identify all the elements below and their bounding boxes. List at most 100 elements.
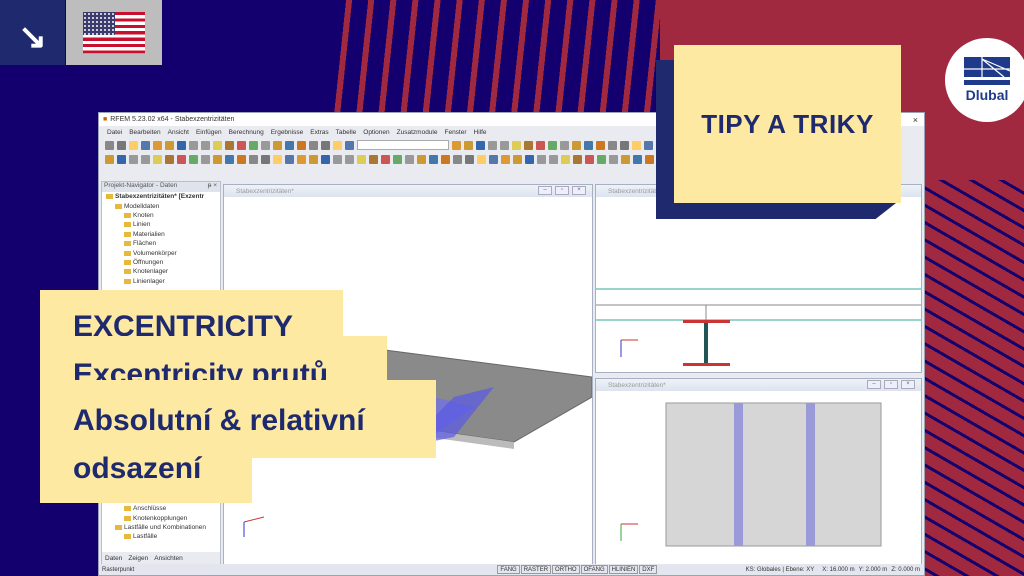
toolbar-button[interactable] (644, 140, 653, 150)
toolbar-button[interactable] (345, 140, 354, 150)
toolbar-button[interactable] (249, 140, 258, 150)
toolbar-button[interactable] (285, 140, 294, 150)
toolbar-button[interactable] (585, 154, 594, 164)
toolbar-button[interactable] (429, 154, 438, 164)
toolbar-button[interactable] (273, 154, 282, 164)
tree-item[interactable]: Anschlüsse (102, 504, 206, 513)
toolbar-button[interactable] (117, 140, 126, 150)
toolbar-button[interactable] (501, 154, 510, 164)
toolbar-button[interactable] (189, 154, 198, 164)
close-button[interactable]: × (901, 380, 915, 389)
toolbar-button[interactable] (237, 140, 246, 150)
minimize-button[interactable]: – (867, 380, 881, 389)
toolbar-button[interactable] (537, 154, 546, 164)
toolbar-button[interactable] (333, 154, 342, 164)
tree-item[interactable]: Öffnungen (102, 258, 220, 267)
toolbar-button[interactable] (225, 154, 234, 164)
navigator-pin-close[interactable]: ᵽ × (208, 182, 217, 189)
toolbar-button[interactable] (177, 154, 186, 164)
toolbar-button[interactable] (213, 154, 222, 164)
toolbar-button[interactable] (393, 154, 402, 164)
toolbar-button[interactable] (441, 154, 450, 164)
status-toggle[interactable]: DXF (639, 565, 658, 574)
toolbar-button[interactable] (524, 140, 533, 150)
tree-item[interactable]: Flächen (102, 239, 220, 248)
status-toggle[interactable]: FANG (497, 565, 520, 574)
toolbar-button[interactable] (297, 154, 306, 164)
toolbar-button[interactable] (608, 140, 617, 150)
toolbar-button[interactable] (621, 154, 630, 164)
toolbar-button[interactable] (513, 154, 522, 164)
menu-item[interactable]: Ergebnisse (271, 129, 304, 136)
toolbar-button[interactable] (369, 154, 378, 164)
toolbar-button[interactable] (357, 154, 366, 164)
tree-item[interactable]: Lastfälle und Kombinationen (102, 523, 206, 532)
toolbar-button[interactable] (129, 154, 138, 164)
status-toggle[interactable]: RASTER (520, 565, 552, 574)
toolbar-button[interactable] (141, 154, 150, 164)
menu-item[interactable]: Zusatzmodule (397, 129, 438, 136)
toolbar-button[interactable] (633, 154, 642, 164)
status-toggle[interactable]: OFANG (580, 565, 608, 574)
toolbar-button[interactable] (477, 154, 486, 164)
toolbar-button[interactable] (249, 154, 258, 164)
tree-item[interactable]: Modelldaten (102, 201, 220, 210)
toolbar-button[interactable] (465, 154, 474, 164)
toolbar-button[interactable] (405, 154, 414, 164)
toolbar-button[interactable] (597, 154, 606, 164)
toolbar-button[interactable] (201, 140, 210, 150)
toolbar-button[interactable] (381, 154, 390, 164)
toolbar-button[interactable] (464, 140, 473, 150)
toolbar-button[interactable] (417, 154, 426, 164)
toolbar-button[interactable] (560, 140, 569, 150)
toolbar-button[interactable] (609, 154, 618, 164)
toolbar-button[interactable] (285, 154, 294, 164)
toolbar-button[interactable] (548, 140, 557, 150)
toolbar-button[interactable] (584, 140, 593, 150)
toolbar-button[interactable] (345, 154, 354, 164)
toolbar-button[interactable] (105, 140, 114, 150)
toolbar-button[interactable] (512, 140, 521, 150)
toolbar-button[interactable] (549, 154, 558, 164)
tree-item[interactable]: Materialien (102, 230, 220, 239)
navigator-tab[interactable]: Daten (105, 555, 122, 562)
toolbar-button[interactable] (237, 154, 246, 164)
toolbar-button[interactable] (141, 140, 150, 150)
toolbar-button[interactable] (645, 154, 654, 164)
tree-item[interactable]: Knotenkopplungen (102, 513, 206, 522)
toolbar-button[interactable] (177, 140, 186, 150)
toolbar-button[interactable] (489, 154, 498, 164)
restore-button[interactable]: ▫ (884, 380, 898, 389)
toolbar-button[interactable] (333, 140, 342, 150)
toolbar-button[interactable] (309, 140, 318, 150)
toolbar-button[interactable] (273, 140, 282, 150)
toolbar-button[interactable] (525, 154, 534, 164)
toolbar-button[interactable] (321, 140, 330, 150)
close-icon[interactable]: × (913, 115, 918, 125)
toolbar-button[interactable] (309, 154, 318, 164)
toolbar-button[interactable] (452, 140, 461, 150)
toolbar-button[interactable] (153, 140, 162, 150)
toolbar-button[interactable] (105, 154, 114, 164)
menu-item[interactable]: Berechnung (229, 129, 264, 136)
toolbar-button[interactable] (561, 154, 570, 164)
toolbar-button[interactable] (476, 140, 485, 150)
toolbar-button[interactable] (225, 140, 234, 150)
navigator-tab[interactable]: Zeigen (128, 555, 148, 562)
status-toggle[interactable]: ORTHO (552, 565, 580, 574)
toolbar-button[interactable] (321, 154, 330, 164)
toolbar-button[interactable] (596, 140, 605, 150)
toolbar-button[interactable] (453, 154, 462, 164)
menu-item[interactable]: Extras (310, 129, 328, 136)
close-button[interactable]: × (572, 186, 586, 195)
menu-item[interactable]: Hilfe (474, 129, 487, 136)
tree-item[interactable]: Knotenlager (102, 267, 220, 276)
tree-item[interactable]: Stabexzentrizitäten* [Exzentr (102, 192, 220, 201)
toolbar-button[interactable] (153, 154, 162, 164)
tree-item[interactable]: Linienlager (102, 277, 220, 286)
toolbar-button[interactable] (632, 140, 641, 150)
toolbar-button[interactable] (213, 140, 222, 150)
toolbar-button[interactable] (573, 154, 582, 164)
minimize-button[interactable]: – (538, 186, 552, 195)
status-toggle[interactable]: HLINIEN (608, 565, 639, 574)
